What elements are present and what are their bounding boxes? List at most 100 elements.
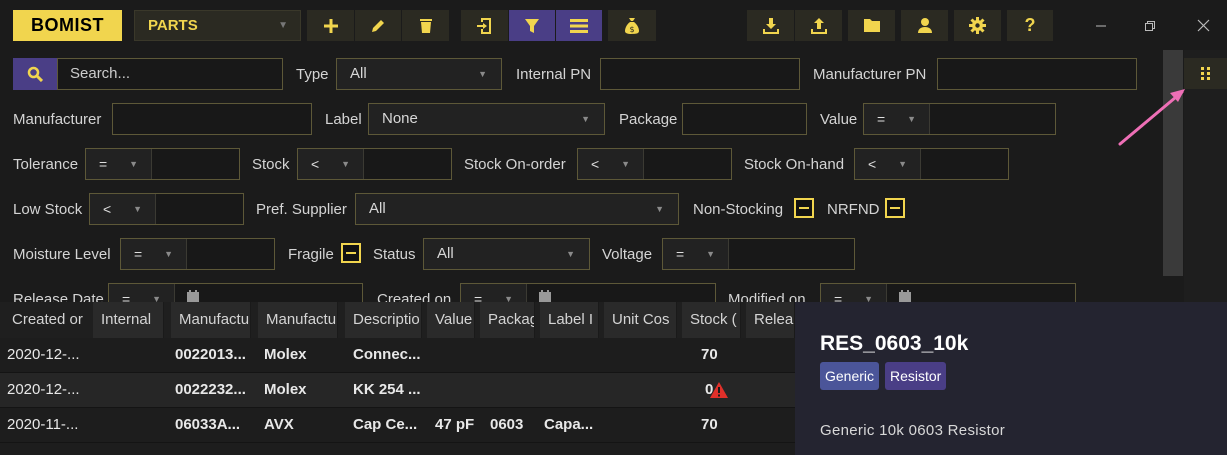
stock-on-hand-operator-select[interactable]: < ▼	[855, 149, 921, 179]
value-operator: =	[877, 111, 886, 127]
tag-resistor[interactable]: Resistor	[885, 362, 947, 390]
release-date-filter[interactable]: = ▼	[108, 283, 363, 302]
low-stock-operator-select[interactable]: < ▼	[90, 194, 156, 224]
close-button[interactable]	[1186, 10, 1220, 41]
filter-icon	[525, 18, 539, 33]
mode-select[interactable]: PARTS ▼	[134, 10, 301, 41]
chevron-down-icon: ▼	[152, 294, 161, 302]
created-on-filter[interactable]: = ▼	[460, 283, 716, 302]
mode-select-value: PARTS	[148, 17, 198, 34]
column-layout-button[interactable]	[1184, 58, 1227, 89]
status-select[interactable]: All ▼	[423, 238, 590, 270]
column-header-manufacturer[interactable]: Manufactu	[258, 302, 338, 338]
internal-pn-label: Internal PN	[516, 66, 592, 83]
column-header-release[interactable]: Relea	[746, 302, 795, 338]
tolerance-filter[interactable]: = ▼	[85, 148, 240, 180]
cell-created: 2020-11-...	[7, 416, 79, 433]
value-operator-select[interactable]: = ▼	[864, 104, 930, 134]
folder-button[interactable]	[848, 10, 895, 41]
value-filter[interactable]: = ▼	[863, 103, 1056, 135]
stock-on-hand-filter[interactable]: < ▼	[854, 148, 1009, 180]
chevron-down-icon: ▼	[278, 20, 288, 31]
cell-created: 2020-12-...	[7, 346, 80, 363]
tolerance-operator-select[interactable]: = ▼	[86, 149, 152, 179]
download-button[interactable]	[747, 10, 794, 41]
minimize-button[interactable]	[1084, 10, 1118, 41]
upload-button[interactable]	[795, 10, 842, 41]
moisture-level-filter[interactable]: = ▼	[120, 238, 275, 270]
voltage-operator-select[interactable]: = ▼	[663, 239, 729, 269]
part-title: RES_0603_10k	[820, 332, 969, 355]
column-header-created[interactable]: Created or	[4, 302, 90, 338]
stock-filter[interactable]: < ▼	[297, 148, 452, 180]
filter-button[interactable]	[509, 10, 555, 41]
label-select[interactable]: None ▼	[368, 103, 605, 135]
edit-button[interactable]	[355, 10, 401, 41]
internal-pn-input[interactable]	[600, 58, 800, 90]
search-placeholder: Search...	[70, 65, 131, 82]
column-header-package[interactable]: Packag	[480, 302, 535, 338]
warning-icon	[710, 382, 728, 398]
table-row[interactable]: 2020-11-... 06033A... AVX Cap Ce... 47 p…	[0, 408, 795, 443]
delete-button[interactable]	[402, 10, 449, 41]
manufacturer-pn-input[interactable]	[937, 58, 1137, 90]
type-select[interactable]: All ▼	[336, 58, 502, 90]
delete-icon	[419, 18, 432, 33]
column-header-value[interactable]: Value	[427, 302, 475, 338]
voltage-operator: =	[676, 246, 685, 262]
column-header-manufacturer-pn[interactable]: Manufactu	[171, 302, 251, 338]
maximize-button[interactable]	[1133, 10, 1167, 41]
settings-button[interactable]	[954, 10, 1001, 41]
nrfnd-checkbox[interactable]	[885, 198, 905, 218]
stock-operator-select[interactable]: < ▼	[298, 149, 364, 179]
help-button[interactable]: ?	[1007, 10, 1053, 41]
pref-supplier-select[interactable]: All ▼	[355, 193, 679, 225]
chevron-down-icon: ▼	[133, 204, 142, 214]
fragile-checkbox[interactable]	[341, 243, 361, 263]
modified-on-filter[interactable]: = ▼	[820, 283, 1076, 302]
filter-panel: Search... Type All ▼ Internal PN Manufac…	[0, 50, 1162, 302]
search-button[interactable]	[13, 58, 57, 90]
chevron-down-icon: ▼	[566, 249, 575, 259]
table-row[interactable]: 2020-12-... 0022013... Molex Connec... 7…	[0, 338, 795, 373]
cost-button[interactable]: $	[608, 10, 656, 41]
calendar-icon	[899, 290, 911, 302]
package-input[interactable]	[682, 103, 807, 135]
search-input[interactable]: Search...	[57, 58, 283, 90]
low-stock-filter[interactable]: < ▼	[89, 193, 244, 225]
column-header-internal-pn[interactable]: Internal	[93, 302, 164, 338]
cell-manufacturer: Molex	[264, 381, 307, 398]
column-header-label[interactable]: Label I	[540, 302, 599, 338]
fragile-label: Fragile	[288, 246, 334, 263]
import-icon	[476, 17, 491, 34]
moisture-level-operator-select[interactable]: = ▼	[121, 239, 187, 269]
tag-generic[interactable]: Generic	[820, 362, 880, 390]
release-date-label: Release Date	[13, 291, 104, 302]
created-on-operator: =	[474, 291, 483, 302]
column-header-description[interactable]: Descriptio	[345, 302, 422, 338]
stock-on-order-operator-select[interactable]: < ▼	[578, 149, 644, 179]
import-button[interactable]	[461, 10, 508, 41]
tolerance-label: Tolerance	[13, 156, 79, 173]
add-button[interactable]	[307, 10, 354, 41]
table-row[interactable]: 2020-12-... 0022232... Molex KK 254 ... …	[0, 373, 795, 408]
column-header-unit-cost[interactable]: Unit Cos	[604, 302, 677, 338]
created-on-operator-select[interactable]: = ▼	[461, 284, 527, 302]
modified-on-operator: =	[834, 291, 843, 302]
release-date-operator-select[interactable]: = ▼	[109, 284, 175, 302]
user-button[interactable]	[901, 10, 948, 41]
manufacturer-input[interactable]	[112, 103, 312, 135]
chevron-down-icon: ▼	[898, 159, 907, 169]
non-stocking-checkbox[interactable]	[794, 198, 814, 218]
cell-manufacturer: Molex	[264, 346, 307, 363]
edit-icon	[372, 19, 384, 32]
stock-on-hand-label: Stock On-hand	[744, 156, 845, 173]
list-view-button[interactable]	[556, 10, 602, 41]
low-stock-label: Low Stock	[13, 201, 83, 218]
modified-on-operator-select[interactable]: = ▼	[821, 284, 887, 302]
stock-on-order-filter[interactable]: < ▼	[577, 148, 732, 180]
cell-mpn: 0022232...	[175, 381, 246, 398]
stock-on-hand-operator: <	[868, 156, 877, 172]
column-header-stock[interactable]: Stock (	[682, 302, 741, 338]
voltage-filter[interactable]: = ▼	[662, 238, 855, 270]
